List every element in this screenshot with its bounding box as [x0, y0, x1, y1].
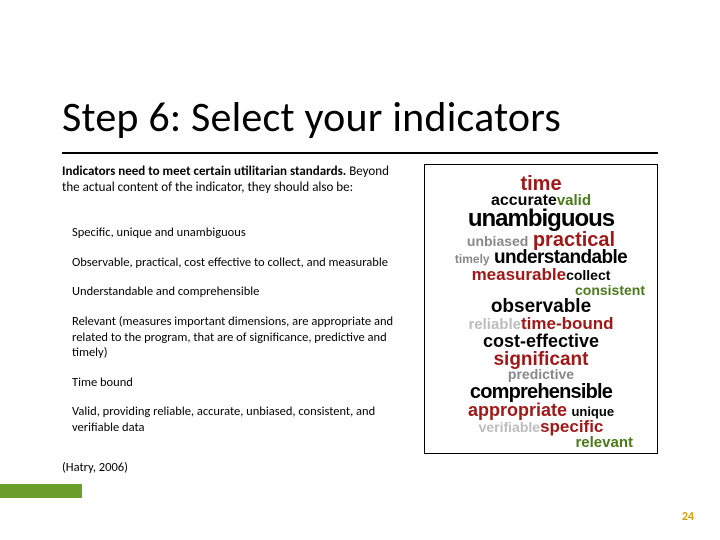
intro-bold: Indicators need to meet certain utilitar…: [62, 164, 346, 179]
wc-word: measurable: [472, 265, 567, 284]
title-underline: [62, 152, 658, 154]
list-item: Specific, unique and unambiguous: [72, 225, 402, 241]
slide-title: Step 6: Select your indicators: [62, 92, 561, 143]
accent-bar: [0, 484, 82, 498]
slide: Step 6: Select your indicators Indicator…: [0, 0, 720, 540]
wc-word: relevant: [575, 434, 633, 451]
wc-word: unbiased: [467, 233, 528, 249]
wc-word: collect: [566, 267, 610, 283]
citation: (Hatry, 2006): [62, 460, 128, 475]
page-number: 24: [682, 510, 694, 524]
list-item: Relevant (measures important dimensions,…: [72, 314, 402, 361]
list-item: Valid, providing reliable, accurate, unb…: [72, 404, 402, 435]
bullet-list: Specific, unique and unambiguous Observa…: [72, 225, 402, 450]
wc-word: verifiable: [479, 419, 540, 435]
wordcloud-image: time accuratevalid unambiguous unbiased …: [424, 164, 658, 454]
list-item: Time bound: [72, 375, 402, 391]
intro-paragraph: Indicators need to meet certain utilitar…: [62, 164, 392, 197]
wc-word: predictive: [508, 366, 574, 382]
wc-word: consistent: [575, 282, 645, 298]
list-item: Observable, practical, cost effective to…: [72, 255, 402, 271]
list-item: Understandable and comprehensible: [72, 284, 402, 300]
